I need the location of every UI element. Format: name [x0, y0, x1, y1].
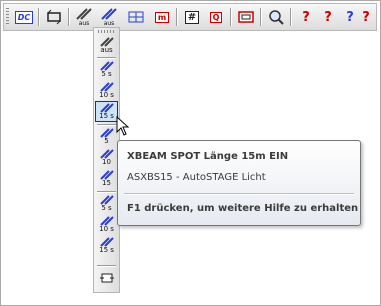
spot-5s-b-button[interactable]: 5 s — [96, 194, 117, 213]
palette-label: 5 s — [101, 204, 112, 212]
toolbar-separator — [176, 8, 178, 26]
spot-aus-icon-2 — [101, 7, 117, 20]
grid-multi-button[interactable] — [124, 7, 148, 27]
tooltip-title: XBEAM SPOT Länge 15m EIN — [127, 151, 289, 162]
spot-5s-button[interactable]: 5 s — [96, 60, 117, 79]
spot-10s-b-button[interactable]: 10 s — [96, 215, 117, 234]
spot-aus-icon — [76, 7, 92, 20]
multi-icon-svg — [128, 11, 144, 23]
toolbar-separator — [38, 8, 40, 26]
dock-toggle-button[interactable] — [96, 272, 117, 291]
palette-label: 15 s — [99, 246, 114, 254]
palette-label: 5 s — [101, 70, 112, 78]
tooltip-divider — [124, 193, 354, 195]
help-button-2[interactable]: ? — [316, 7, 340, 27]
spot-15s-button[interactable]: 15 s — [95, 101, 118, 122]
palette-label: 15 — [102, 179, 111, 187]
help-color-icon: ? — [346, 9, 354, 25]
palette-label: 15 s — [99, 112, 114, 120]
multi-button[interactable]: m — [150, 7, 174, 27]
spot-aus-label-2: aus — [103, 19, 115, 27]
spot-10-button[interactable]: 10 — [96, 148, 117, 167]
tooltip-help-text: F1 drücken, um weitere Hilfe zu erhalten — [127, 203, 359, 214]
toolbar-separator — [68, 8, 70, 26]
dc-icon: DC — [14, 10, 34, 24]
dc-button[interactable]: DC — [12, 7, 36, 27]
palette-label: 10 s — [99, 225, 114, 233]
spot-aus-button-2[interactable]: aus — [97, 7, 121, 27]
spot-5-button[interactable]: 5 — [96, 127, 117, 146]
grid-icon: # — [184, 10, 200, 24]
palette-label: 10 — [102, 158, 111, 166]
loop-icon — [47, 9, 61, 25]
help-red-icon-3: ? — [362, 9, 370, 25]
query-icon: Q — [209, 11, 223, 23]
palette-grip[interactable] — [98, 30, 115, 33]
palette-separator — [97, 191, 116, 193]
spot-aus-button[interactable]: aus — [96, 36, 117, 55]
toolbar-separator — [290, 8, 292, 26]
magnifier-icon — [269, 10, 284, 25]
tooltip: XBEAM SPOT Länge 15m EIN ASXBS15 - AutoS… — [117, 140, 361, 226]
palette-label: 5 — [104, 137, 109, 145]
tooltip-subtitle: ASXBS15 - AutoSTAGE Licht — [127, 172, 266, 183]
spot-aus-button[interactable]: aus — [72, 7, 96, 27]
palette-separator — [97, 57, 116, 59]
toolbar-separator — [260, 8, 262, 26]
spot-aus-label: aus — [78, 19, 90, 27]
query-button[interactable]: Q — [204, 7, 228, 27]
help-button-1[interactable]: ? — [294, 7, 318, 27]
palette-label: aus — [100, 46, 113, 54]
palette-label: 10 s — [99, 91, 114, 99]
palette-separator — [97, 124, 116, 126]
help-red-icon-2: ? — [324, 9, 332, 25]
frame-icon — [238, 11, 254, 23]
help-red-icon: ? — [302, 9, 310, 25]
mouse-cursor-icon — [116, 116, 130, 136]
palette-separator — [97, 265, 116, 267]
spot-10s-button[interactable]: 10 s — [96, 81, 117, 100]
spot-15s-b-button[interactable]: 15 s — [96, 236, 117, 255]
toolbar-separator — [230, 8, 232, 26]
dock-icon — [99, 273, 114, 283]
help-button-4[interactable]: ? — [354, 7, 378, 27]
spot-15-button[interactable]: 15 — [96, 169, 117, 188]
spot-palette: aus 5 s 10 s 15 s 5 10 15 5 s 10 s 15 s — [93, 27, 120, 293]
multi-icon: m — [154, 11, 170, 23]
magnifier-button[interactable] — [264, 7, 288, 27]
top-toolbar: DC aus aus m # Q ? ? ? ? — [3, 3, 377, 31]
grid-button[interactable]: # — [180, 7, 204, 27]
toolbar-grip[interactable] — [6, 8, 9, 26]
loop-button[interactable] — [42, 7, 66, 27]
frame-button[interactable] — [234, 7, 258, 27]
